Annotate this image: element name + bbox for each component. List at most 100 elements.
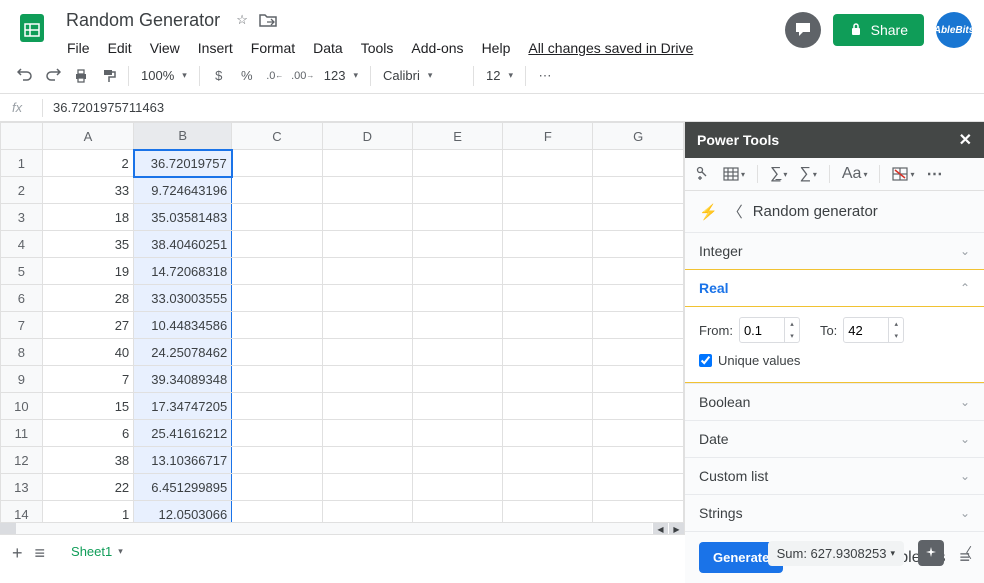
sidebar-tool-more[interactable]: ⋯ [926, 164, 944, 184]
explore-button[interactable] [918, 540, 944, 566]
menu-file[interactable]: File [60, 36, 97, 60]
cell[interactable] [412, 393, 502, 420]
cell[interactable] [232, 447, 322, 474]
cell[interactable]: 6.451299895 [134, 474, 232, 501]
add-sheet-button[interactable]: + [12, 543, 23, 564]
col-header-D[interactable]: D [322, 123, 412, 150]
cell[interactable]: 33 [42, 177, 133, 204]
move-to-folder-icon[interactable] [258, 10, 278, 30]
cell[interactable]: 36.72019757 [134, 150, 232, 177]
cell[interactable] [503, 285, 593, 312]
cell[interactable] [503, 204, 593, 231]
cell[interactable]: 17.34747205 [134, 393, 232, 420]
cell[interactable] [232, 258, 322, 285]
to-input[interactable] [844, 323, 888, 338]
section-boolean[interactable]: Boolean ⌄ [685, 383, 984, 420]
menu-insert[interactable]: Insert [191, 36, 240, 60]
cell[interactable]: 6 [42, 420, 133, 447]
from-up-button[interactable]: ▴ [785, 318, 799, 330]
back-icon[interactable]: 〈 [728, 201, 743, 222]
sheet-tab-1[interactable]: Sheet1▾ [57, 536, 137, 570]
sidebar-tool-case[interactable]: Aa▾ [842, 165, 868, 183]
cell[interactable] [593, 339, 684, 366]
col-header-G[interactable]: G [593, 123, 684, 150]
cell[interactable] [503, 447, 593, 474]
cell[interactable]: 19 [42, 258, 133, 285]
row-header[interactable]: 6 [1, 285, 43, 312]
cell[interactable] [593, 150, 684, 177]
cell[interactable]: 27 [42, 312, 133, 339]
cell[interactable]: 35.03581483 [134, 204, 232, 231]
row-header[interactable]: 1 [1, 150, 43, 177]
cell[interactable] [232, 393, 322, 420]
cell[interactable] [503, 366, 593, 393]
cell[interactable] [232, 312, 322, 339]
cell[interactable] [412, 312, 502, 339]
cell[interactable]: 35 [42, 231, 133, 258]
zoom-select[interactable]: 100% [135, 64, 193, 87]
cell[interactable] [593, 447, 684, 474]
menu-tools[interactable]: Tools [354, 36, 401, 60]
sheets-logo[interactable] [12, 8, 52, 48]
cell[interactable] [322, 501, 412, 523]
increase-decimal-button[interactable]: .00→ [290, 63, 316, 89]
cell[interactable] [412, 501, 502, 523]
cell[interactable] [322, 393, 412, 420]
percent-button[interactable]: % [234, 63, 260, 89]
menu-format[interactable]: Format [244, 36, 302, 60]
cell[interactable] [322, 474, 412, 501]
cell[interactable]: 28 [42, 285, 133, 312]
unique-checkbox[interactable] [699, 354, 712, 367]
cell[interactable]: 38 [42, 447, 133, 474]
cell[interactable]: 7 [42, 366, 133, 393]
row-header[interactable]: 3 [1, 204, 43, 231]
cell[interactable] [593, 285, 684, 312]
cell[interactable]: 14.72068318 [134, 258, 232, 285]
scroll-right-icon[interactable]: ▶ [668, 523, 684, 534]
cell[interactable] [412, 231, 502, 258]
cell[interactable] [322, 420, 412, 447]
cell[interactable]: 2 [42, 150, 133, 177]
sidebar-tool-clear[interactable]: ▾ [892, 166, 914, 182]
cell[interactable]: 38.40460251 [134, 231, 232, 258]
cell[interactable] [503, 150, 593, 177]
close-icon[interactable]: ✕ [959, 130, 972, 150]
cell[interactable] [232, 501, 322, 523]
cell[interactable] [503, 474, 593, 501]
cell[interactable]: 25.41616212 [134, 420, 232, 447]
cell[interactable] [503, 177, 593, 204]
cell[interactable]: 12.0503066 [134, 501, 232, 523]
cell[interactable] [322, 231, 412, 258]
cell[interactable] [412, 474, 502, 501]
unique-values-row[interactable]: Unique values [699, 353, 970, 368]
section-date[interactable]: Date ⌄ [685, 420, 984, 457]
cell[interactable] [232, 204, 322, 231]
cell[interactable] [503, 420, 593, 447]
cell[interactable]: 18 [42, 204, 133, 231]
decrease-decimal-button[interactable]: .0← [262, 63, 288, 89]
row-header[interactable]: 11 [1, 420, 43, 447]
more-toolbar-button[interactable]: ⋯ [532, 63, 558, 89]
col-header-B[interactable]: B [134, 123, 232, 150]
row-header[interactable]: 14 [1, 501, 43, 523]
cell[interactable] [503, 231, 593, 258]
cell[interactable] [593, 177, 684, 204]
sidebar-tool-table[interactable]: ▾ [723, 166, 745, 182]
cell[interactable] [593, 204, 684, 231]
menu-view[interactable]: View [143, 36, 187, 60]
col-header-C[interactable]: C [232, 123, 322, 150]
sidebar-tool-sigma[interactable]: ∑▾ [799, 165, 816, 183]
row-header[interactable]: 13 [1, 474, 43, 501]
from-down-button[interactable]: ▾ [785, 330, 799, 342]
cell[interactable] [232, 420, 322, 447]
undo-button[interactable] [12, 63, 38, 89]
cell[interactable] [322, 447, 412, 474]
col-header-A[interactable]: A [42, 123, 133, 150]
select-all-corner[interactable] [1, 123, 43, 150]
menu-edit[interactable]: Edit [101, 36, 139, 60]
cell[interactable] [412, 420, 502, 447]
row-header[interactable]: 4 [1, 231, 43, 258]
menu-data[interactable]: Data [306, 36, 350, 60]
cell[interactable]: 22 [42, 474, 133, 501]
cell[interactable]: 39.34089348 [134, 366, 232, 393]
